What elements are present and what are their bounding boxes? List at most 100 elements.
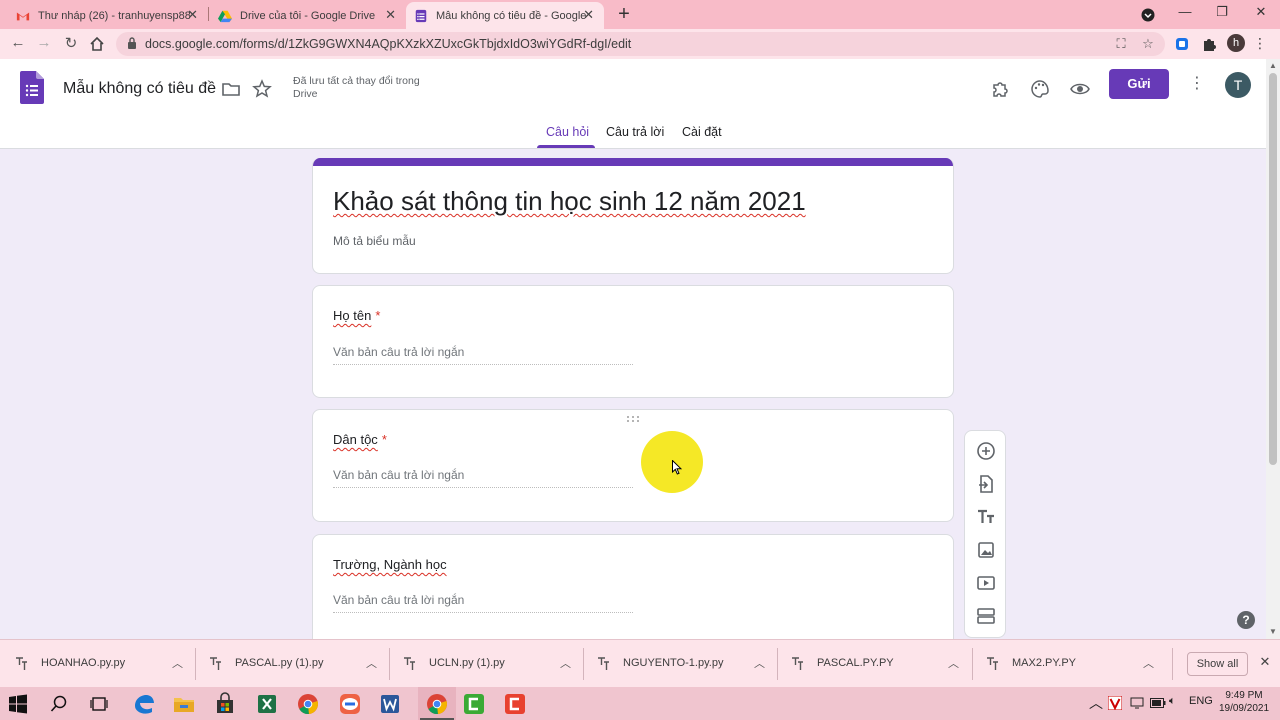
page-scrollbar[interactable]: ▲ ▼ [1266, 59, 1280, 639]
add-video-icon[interactable] [976, 573, 996, 593]
download-item[interactable]: MAX2.PY.PY ︿ [971, 640, 1165, 688]
close-icon[interactable]: ✕ [187, 7, 198, 23]
close-download-bar-icon[interactable]: ✕ [1258, 654, 1272, 670]
browser-tab-drive[interactable]: Drive của tôi - Google Drive ✕ [210, 2, 406, 29]
download-item[interactable]: PASCAL.py (1).py ︿ [194, 640, 388, 688]
tray-overflow-icon[interactable]: ︿ [1089, 693, 1103, 713]
import-questions-icon[interactable] [976, 474, 996, 494]
more-options-icon[interactable]: ⋮ [1189, 73, 1205, 93]
chevron-up-icon[interactable]: ︿ [948, 655, 959, 671]
microsoft-store-icon[interactable] [213, 692, 237, 716]
unikey-icon[interactable] [1108, 696, 1122, 710]
omnibox[interactable]: docs.google.com/forms/d/1ZkG9GWXN4AQpKXz… [116, 32, 1165, 56]
browser-tab-gmail[interactable]: Thư nháp (26) - tranhuyensp88@ ✕ [8, 2, 208, 29]
add-image-icon[interactable] [976, 540, 996, 560]
show-all-downloads-button[interactable]: Show all [1187, 652, 1248, 676]
google-forms-logo-icon[interactable] [20, 71, 44, 104]
chevron-up-icon[interactable]: ︿ [172, 655, 183, 671]
new-tab-icon[interactable]: + [614, 3, 634, 26]
chevron-up-icon[interactable]: ︿ [754, 655, 765, 671]
document-title[interactable]: Mẫu không có tiêu đề [63, 80, 216, 98]
extension-shield-icon[interactable] [1174, 36, 1190, 52]
window-close-icon[interactable]: ✕ [1251, 4, 1271, 20]
battery-icon[interactable] [1150, 698, 1166, 708]
home-icon[interactable] [89, 36, 105, 52]
star-icon[interactable] [252, 79, 272, 99]
tab-search-icon[interactable] [1141, 8, 1155, 22]
download-item[interactable]: PASCAL.PY.PY ︿ [776, 640, 970, 688]
send-button[interactable]: Gửi [1109, 69, 1169, 99]
chrome-icon[interactable] [296, 692, 320, 716]
chevron-up-icon[interactable]: ︿ [1143, 655, 1154, 671]
tab-divider [208, 7, 209, 21]
edge-browser-icon[interactable] [132, 692, 156, 716]
browser-menu-icon[interactable]: ⋮ [1253, 35, 1267, 52]
question-title[interactable]: Trường, Ngành học [333, 557, 447, 572]
extensions-puzzle-icon[interactable] [1201, 36, 1217, 52]
chrome-active-icon[interactable] [425, 692, 449, 716]
url-text[interactable]: docs.google.com/forms/d/1ZkG9GWXN4AQpKXz… [145, 37, 631, 51]
forward-icon[interactable]: → [35, 34, 53, 54]
form-title[interactable]: Khảo sát thông tin học sinh 12 năm 2021 [333, 186, 806, 217]
word-icon[interactable] [378, 692, 402, 716]
volume-icon[interactable]: 🔈︎ [1169, 695, 1176, 708]
browser-tab-forms[interactable]: Mẫu không có tiêu đề - Google F ✕ [406, 2, 604, 29]
preview-eye-icon[interactable] [1070, 79, 1090, 99]
question-title[interactable]: Họ tên * [333, 308, 380, 323]
required-asterisk: * [381, 432, 387, 447]
customize-theme-icon[interactable] [1030, 79, 1050, 99]
task-view-icon[interactable] [90, 695, 108, 713]
input-language[interactable]: ENG [1189, 695, 1213, 707]
minimize-icon[interactable]: — [1175, 4, 1195, 19]
close-icon[interactable]: ✕ [385, 7, 396, 23]
question-card[interactable]: Trường, Ngành học Văn bản câu trả lời ng… [312, 534, 954, 654]
help-button[interactable]: ? [1237, 611, 1255, 629]
form-description-field[interactable]: Mô tả biểu mẫu [333, 234, 416, 248]
search-icon[interactable] [50, 695, 68, 713]
browser-tab-strip: Thư nháp (26) - tranhuyensp88@ ✕ Drive c… [0, 0, 1280, 29]
chevron-up-icon[interactable]: ︿ [366, 655, 377, 671]
scroll-down-icon[interactable]: ▼ [1268, 627, 1278, 636]
excel-icon[interactable] [255, 692, 279, 716]
addons-icon[interactable] [990, 79, 1010, 99]
form-title-card[interactable]: Khảo sát thông tin học sinh 12 năm 2021 … [312, 158, 954, 274]
move-to-folder-icon[interactable] [221, 79, 241, 99]
reload-icon[interactable]: ↻ [62, 34, 80, 54]
download-item[interactable]: NGUYENTO-1.py.py ︿ [582, 640, 776, 688]
translate-icon[interactable]: ⛶ [1113, 36, 1129, 52]
back-icon[interactable]: ← [9, 34, 27, 54]
drag-handle-icon[interactable] [626, 415, 640, 423]
question-toolbar [964, 430, 1006, 638]
windows-start-icon[interactable] [8, 694, 28, 714]
file-explorer-icon[interactable] [172, 692, 196, 716]
gmail-icon [16, 12, 30, 20]
network-icon[interactable] [1130, 697, 1144, 709]
scroll-up-icon[interactable]: ▲ [1268, 61, 1278, 70]
add-section-icon[interactable] [976, 606, 996, 626]
mouse-pointer-icon [672, 460, 682, 475]
scroll-thumb[interactable] [1269, 73, 1277, 465]
close-icon[interactable]: ✕ [583, 7, 594, 23]
tab-settings[interactable]: Cài đặt [682, 125, 722, 139]
bookmark-star-icon[interactable]: ☆ [1140, 36, 1156, 52]
tab-questions[interactable]: Câu hỏi [546, 125, 589, 139]
zalo-icon[interactable] [338, 692, 362, 716]
drive-icon [218, 10, 232, 22]
restore-icon[interactable]: ❐ [1212, 4, 1232, 20]
lock-icon[interactable] [127, 37, 137, 49]
question-title[interactable]: Dân tộc * [333, 432, 387, 447]
browser-profile-avatar[interactable]: h [1227, 34, 1245, 52]
download-item[interactable]: UCLN.py (1).py ︿ [388, 640, 582, 688]
chevron-up-icon[interactable]: ︿ [560, 655, 571, 671]
camtasia-icon[interactable] [462, 692, 486, 716]
account-avatar[interactable]: T [1225, 72, 1251, 98]
download-item[interactable]: HOANHAO.py.py ︿ [0, 640, 194, 688]
question-card[interactable]: Họ tên * Văn bản câu trả lời ngắn [312, 285, 954, 398]
add-title-icon[interactable] [976, 507, 996, 527]
system-clock[interactable]: 9:49 PM 19/09/2021 [1216, 689, 1272, 715]
recorder-icon[interactable] [503, 692, 527, 716]
tab-responses[interactable]: Câu trả lời [606, 125, 664, 139]
add-question-icon[interactable] [976, 441, 996, 461]
question-card[interactable]: Dân tộc * Văn bản câu trả lời ngắn [312, 409, 954, 522]
tab-title: Mẫu không có tiêu đề - Google F [436, 9, 588, 22]
